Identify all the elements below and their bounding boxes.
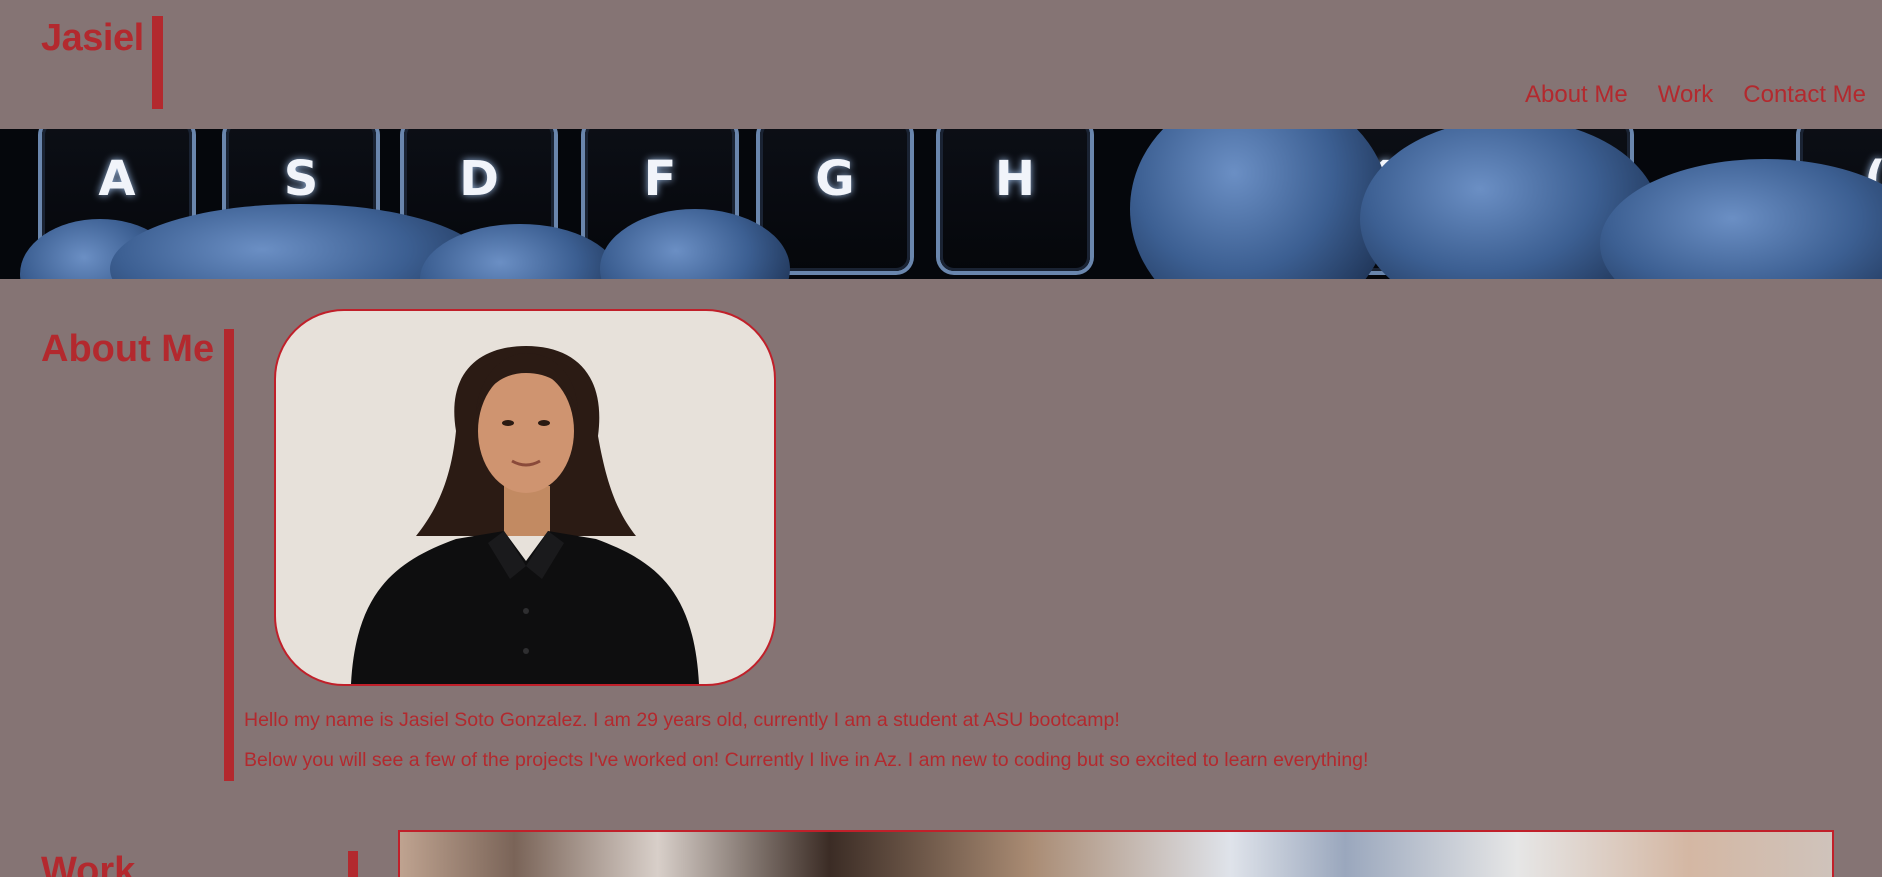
profile-photo	[274, 309, 776, 686]
hero-banner: A S D F G H K ? (	[0, 129, 1882, 279]
nav-link-contact-me[interactable]: Contact Me	[1743, 80, 1866, 110]
key-letter: G	[815, 151, 855, 207]
key-letter: A	[98, 151, 136, 207]
main-nav: About Me Work Contact Me	[1525, 80, 1866, 110]
nav-link-work[interactable]: Work	[1658, 80, 1714, 110]
about-title: About Me	[41, 328, 215, 370]
page: Jasiel About Me Work Contact Me A S D F …	[0, 0, 1882, 877]
finger-shape	[1130, 129, 1390, 279]
key-letter: S	[283, 151, 319, 207]
work-accent-bar	[348, 851, 358, 877]
key-letter: F	[643, 151, 677, 207]
person-illustration	[351, 346, 699, 684]
site-logo[interactable]: Jasiel	[41, 12, 144, 64]
key-letter: D	[459, 151, 499, 207]
site-header: Jasiel About Me Work Contact Me	[0, 0, 1882, 129]
key-letter: H	[994, 151, 1036, 207]
keyboard-key: H	[940, 129, 1090, 271]
nav-link-about-me[interactable]: About Me	[1525, 80, 1628, 110]
about-paragraph: Below you will see a few of the projects…	[244, 749, 1369, 771]
about-paragraph: Hello my name is Jasiel Soto Gonzalez. I…	[244, 709, 1120, 731]
logo-accent-bar	[152, 16, 163, 109]
work-featured-image[interactable]	[398, 830, 1834, 877]
about-accent-bar	[224, 329, 234, 781]
work-title: Work	[41, 850, 136, 877]
